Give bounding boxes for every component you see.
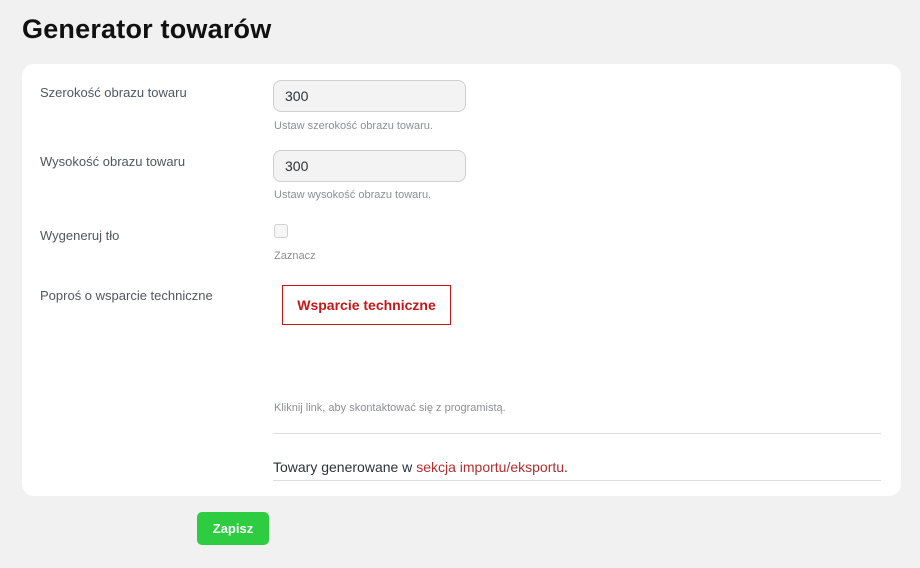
image-width-hint: Ustaw szerokość obrazu towaru. <box>274 120 433 132</box>
footer-note: Towary generowane w sekcja importu/ekspo… <box>273 459 568 475</box>
divider <box>273 480 881 481</box>
save-button[interactable]: Zapisz <box>197 512 269 545</box>
footer-note-end: . <box>564 459 568 475</box>
support-button[interactable]: Wsparcie techniczne <box>282 285 451 325</box>
page-title: Generator towarów <box>22 14 272 44</box>
image-height-input[interactable] <box>273 150 466 182</box>
support-hint: Kliknij link, aby skontaktować się z pro… <box>274 402 506 414</box>
image-width-input[interactable] <box>273 80 466 112</box>
support-label: Poproś o wsparcie techniczne <box>40 288 213 303</box>
import-export-link[interactable]: sekcja importu/eksportu <box>416 459 564 475</box>
image-height-hint: Ustaw wysokość obrazu towaru. <box>274 189 432 201</box>
image-height-label: Wysokość obrazu towaru <box>40 154 186 169</box>
generate-background-label: Wygeneruj tło <box>40 228 120 243</box>
divider <box>273 433 881 434</box>
generate-background-hint: Zaznacz <box>274 250 316 262</box>
footer-note-text: Towary generowane w <box>273 459 417 475</box>
settings-card: Szerokość obrazu towaru Ustaw szerokość … <box>22 64 901 496</box>
generate-background-checkbox[interactable] <box>274 224 288 238</box>
image-width-label: Szerokość obrazu towaru <box>40 85 187 100</box>
